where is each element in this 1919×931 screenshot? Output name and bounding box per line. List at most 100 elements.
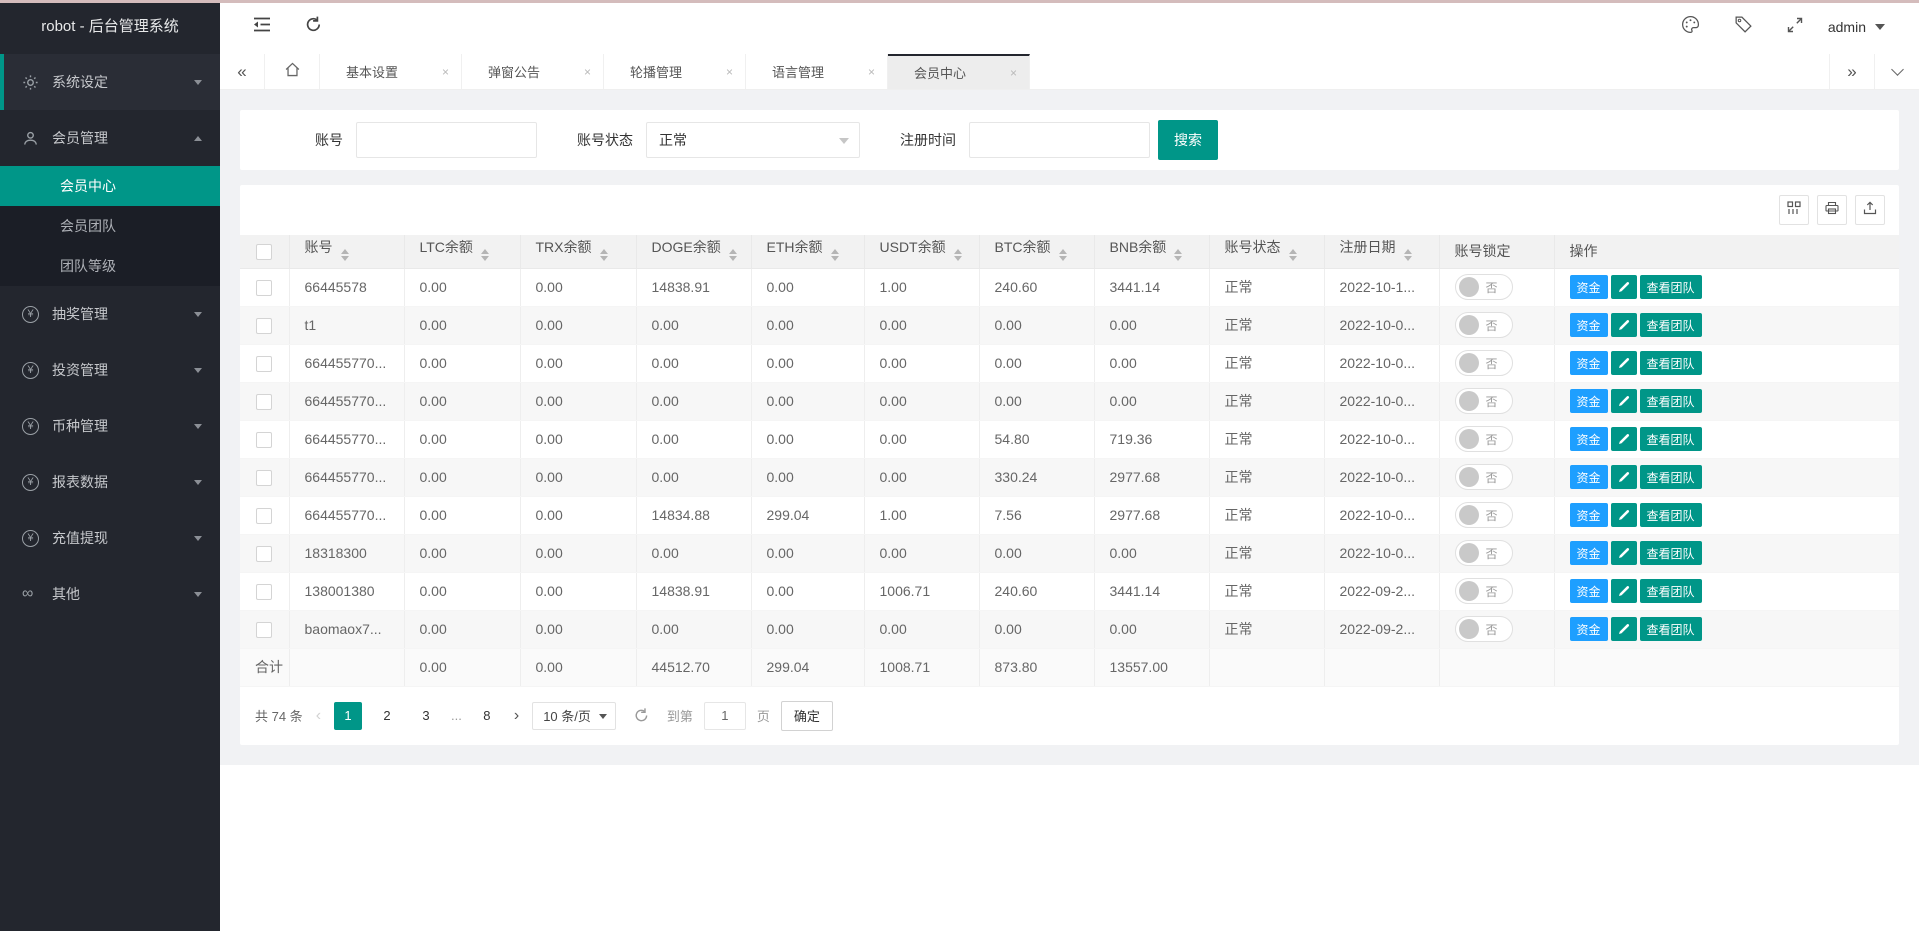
- tab-会员中心[interactable]: 会员中心×: [888, 54, 1030, 89]
- row-checkbox[interactable]: [256, 318, 272, 334]
- sidebar-item-member-center[interactable]: 会员中心: [0, 166, 220, 206]
- column-header-eth[interactable]: ETH余额: [751, 235, 864, 268]
- edit-button[interactable]: [1611, 313, 1637, 337]
- view-team-button[interactable]: 查看团队: [1640, 389, 1702, 413]
- refresh-button[interactable]: [288, 0, 339, 54]
- columns-filter-button[interactable]: [1779, 195, 1809, 225]
- sidebar-item-other[interactable]: 其他: [0, 566, 220, 622]
- column-header-trx[interactable]: TRX余额: [520, 235, 636, 268]
- fund-button[interactable]: 资金: [1570, 389, 1608, 413]
- fund-button[interactable]: 资金: [1570, 579, 1608, 603]
- lock-toggle[interactable]: 否: [1455, 350, 1513, 376]
- fund-button[interactable]: 资金: [1570, 465, 1608, 489]
- tabs-scroll-right-button[interactable]: »: [1829, 54, 1874, 89]
- fullscreen-button[interactable]: [1770, 0, 1820, 54]
- sort-icon[interactable]: [729, 245, 737, 265]
- column-header-status[interactable]: 账号状态: [1209, 235, 1324, 268]
- lock-toggle[interactable]: 否: [1455, 388, 1513, 414]
- sort-icon[interactable]: [831, 245, 839, 265]
- column-header-usdt[interactable]: USDT余额: [864, 235, 979, 268]
- print-button[interactable]: [1817, 195, 1847, 225]
- row-checkbox[interactable]: [256, 394, 272, 410]
- page-button-2[interactable]: 2: [373, 702, 401, 730]
- edit-button[interactable]: [1611, 579, 1637, 603]
- lock-toggle[interactable]: 否: [1455, 312, 1513, 338]
- prev-page-button[interactable]: ‹: [314, 707, 323, 725]
- close-icon[interactable]: ×: [1010, 66, 1017, 80]
- tab-语言管理[interactable]: 语言管理×: [746, 54, 888, 89]
- row-checkbox[interactable]: [256, 622, 272, 638]
- tab-弹窗公告[interactable]: 弹窗公告×: [462, 54, 604, 89]
- row-checkbox[interactable]: [256, 584, 272, 600]
- sidebar-item-lottery-management[interactable]: 抽奖管理: [0, 286, 220, 342]
- row-checkbox[interactable]: [256, 546, 272, 562]
- edit-button[interactable]: [1611, 427, 1637, 451]
- sort-icon[interactable]: [1289, 245, 1297, 265]
- next-page-button[interactable]: ›: [512, 707, 521, 725]
- view-team-button[interactable]: 查看团队: [1640, 313, 1702, 337]
- sort-icon[interactable]: [481, 245, 489, 265]
- edit-button[interactable]: [1611, 389, 1637, 413]
- fund-button[interactable]: 资金: [1570, 617, 1608, 641]
- sidebar-item-report-data[interactable]: 报表数据: [0, 454, 220, 510]
- export-button[interactable]: [1855, 195, 1885, 225]
- edit-button[interactable]: [1611, 465, 1637, 489]
- edit-button[interactable]: [1611, 275, 1637, 299]
- per-page-select[interactable]: 10 条/页: [532, 702, 616, 730]
- tabs-menu-button[interactable]: [1874, 54, 1919, 89]
- register-date-input[interactable]: [969, 122, 1150, 158]
- sidebar-item-system-settings[interactable]: 系统设定: [0, 54, 220, 110]
- lock-toggle[interactable]: 否: [1455, 274, 1513, 300]
- sort-icon[interactable]: [1404, 245, 1412, 265]
- column-header-bnb[interactable]: BNB余额: [1094, 235, 1209, 268]
- fund-button[interactable]: 资金: [1570, 275, 1608, 299]
- tab-轮播管理[interactable]: 轮播管理×: [604, 54, 746, 89]
- column-header-date[interactable]: 注册日期: [1324, 235, 1439, 268]
- tab-基本设置[interactable]: 基本设置×: [320, 54, 462, 89]
- view-team-button[interactable]: 查看团队: [1640, 427, 1702, 451]
- close-icon[interactable]: ×: [868, 65, 875, 79]
- sort-icon[interactable]: [1174, 245, 1182, 265]
- select-all-checkbox[interactable]: [256, 244, 272, 260]
- edit-button[interactable]: [1611, 351, 1637, 375]
- tabs-scroll-left-button[interactable]: «: [220, 54, 265, 89]
- sidebar-item-deposit-withdraw[interactable]: 充值提现: [0, 510, 220, 566]
- sidebar-item-currency-management[interactable]: 币种管理: [0, 398, 220, 454]
- sidebar-item-member-team[interactable]: 会员团队: [0, 206, 220, 246]
- sort-icon[interactable]: [600, 245, 608, 265]
- view-team-button[interactable]: 查看团队: [1640, 465, 1702, 489]
- account-status-select[interactable]: 正常: [646, 122, 860, 158]
- pagination-refresh-button[interactable]: [633, 707, 650, 724]
- column-header-doge[interactable]: DOGE余额: [636, 235, 751, 268]
- fund-button[interactable]: 资金: [1570, 427, 1608, 451]
- view-team-button[interactable]: 查看团队: [1640, 503, 1702, 527]
- row-checkbox[interactable]: [256, 356, 272, 372]
- row-checkbox[interactable]: [256, 508, 272, 524]
- page-button-3[interactable]: 3: [412, 702, 440, 730]
- sidebar-item-member-management[interactable]: 会员管理: [0, 110, 220, 166]
- tab-home[interactable]: [265, 54, 320, 89]
- fund-button[interactable]: 资金: [1570, 541, 1608, 565]
- row-checkbox[interactable]: [256, 432, 272, 448]
- lock-toggle[interactable]: 否: [1455, 616, 1513, 642]
- fund-button[interactable]: 资金: [1570, 313, 1608, 337]
- page-button-1[interactable]: 1: [334, 702, 362, 730]
- edit-button[interactable]: [1611, 541, 1637, 565]
- sort-icon[interactable]: [341, 245, 349, 265]
- lock-toggle[interactable]: 否: [1455, 578, 1513, 604]
- sort-icon[interactable]: [954, 245, 962, 265]
- close-icon[interactable]: ×: [584, 65, 591, 79]
- lock-toggle[interactable]: 否: [1455, 464, 1513, 490]
- view-team-button[interactable]: 查看团队: [1640, 541, 1702, 565]
- view-team-button[interactable]: 查看团队: [1640, 351, 1702, 375]
- goto-page-input[interactable]: [704, 702, 746, 730]
- view-team-button[interactable]: 查看团队: [1640, 617, 1702, 641]
- account-input[interactable]: [356, 122, 537, 158]
- row-checkbox[interactable]: [256, 470, 272, 486]
- edit-button[interactable]: [1611, 503, 1637, 527]
- page-button-8[interactable]: 8: [473, 702, 501, 730]
- fund-button[interactable]: 资金: [1570, 351, 1608, 375]
- tag-button[interactable]: [1717, 0, 1770, 54]
- collapse-sidebar-button[interactable]: [236, 0, 288, 54]
- confirm-button[interactable]: 确定: [781, 701, 833, 731]
